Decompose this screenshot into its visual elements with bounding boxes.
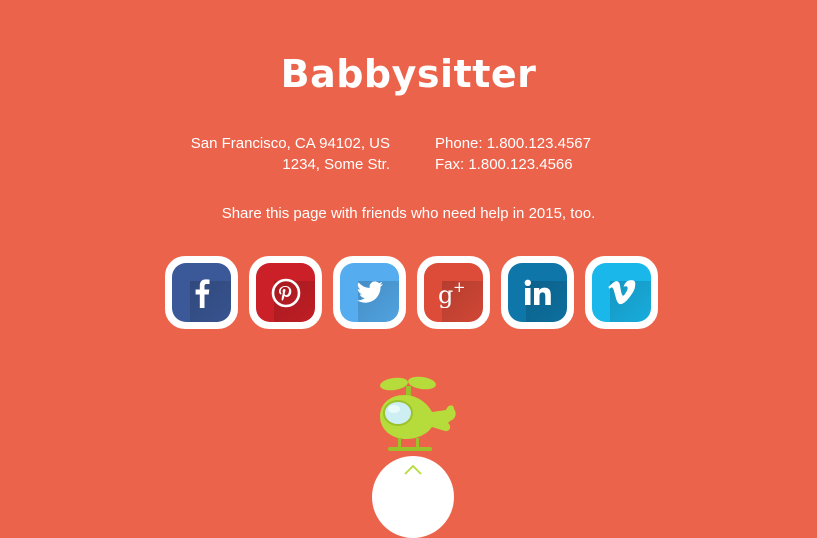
site-logo-title: Babbysitter (280, 52, 537, 96)
social-buttons: g + (165, 256, 658, 329)
linkedin-icon (524, 279, 551, 305)
scroll-to-top-button[interactable] (372, 456, 454, 538)
twitter-button[interactable] (333, 256, 406, 329)
fax-number: Fax: 1.800.123.4566 (435, 156, 573, 173)
google-plus-icon: g + (438, 278, 466, 308)
phone-number: Phone: 1.800.123.4567 (435, 135, 591, 152)
share-text: Share this page with friends who need he… (221, 205, 596, 222)
contact-block: Phone: 1.800.123.4567 Fax: 1.800.123.456… (435, 133, 591, 175)
pinterest-icon (271, 278, 300, 307)
facebook-icon (195, 278, 209, 308)
linkedin-button[interactable] (501, 256, 574, 329)
pinterest-button[interactable] (249, 256, 322, 329)
svg-text:g: g (438, 281, 453, 308)
chevron-up-icon (404, 464, 422, 475)
google-plus-button[interactable]: g + (417, 256, 490, 329)
address-line-1: San Francisco, CA 94102, US (190, 135, 390, 152)
vimeo-button[interactable] (585, 256, 658, 329)
address-block: San Francisco, CA 94102, US 1234, Some S… (0, 133, 390, 175)
vimeo-icon (607, 279, 635, 304)
address-line-2: 1234, Some Str. (282, 156, 390, 173)
svg-text:+: + (453, 278, 466, 296)
twitter-icon (356, 280, 383, 303)
facebook-button[interactable] (165, 256, 238, 329)
helicopter-icon (380, 376, 456, 451)
